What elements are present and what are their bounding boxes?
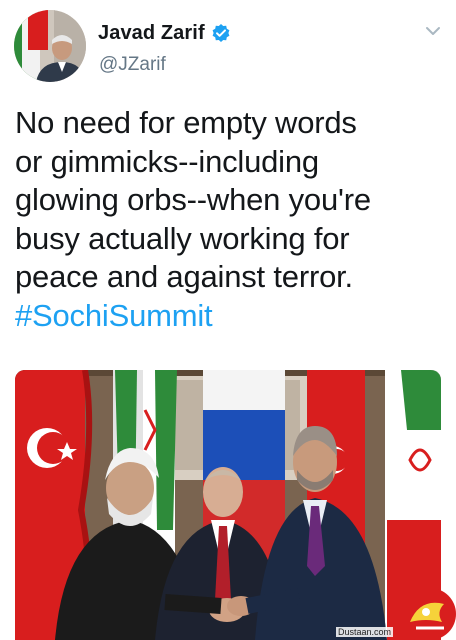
avatar-photo <box>14 10 86 82</box>
hashtag-link[interactable]: #SochiSummit <box>15 297 445 336</box>
tweet-body: No need for empty words or gimmicks--inc… <box>15 104 445 336</box>
tweet-photo[interactable] <box>15 370 441 640</box>
author-handle[interactable]: @JZarif <box>99 54 166 76</box>
tweet-card: Javad Zarif @JZarif No need for empty wo… <box>0 0 456 640</box>
author-avatar[interactable] <box>14 10 86 82</box>
chevron-down-icon[interactable] <box>424 24 442 38</box>
tweet-text-line: busy actually working for <box>15 220 350 256</box>
tweet-text-line: No need for empty words <box>15 105 357 140</box>
tweet-text-line: peace and against terror. <box>15 259 353 295</box>
tweet-text-line: glowing orbs--when you're <box>15 182 371 218</box>
author-display-name[interactable]: Javad Zarif <box>98 22 205 45</box>
site-logo-watermark-icon <box>396 582 456 640</box>
watermark-site-text: Dustaan.com <box>336 627 394 637</box>
tweet-text-line: or gimmicks--including <box>15 143 319 179</box>
verified-badge-icon <box>211 23 231 43</box>
author-name-row[interactable]: Javad Zarif <box>98 20 231 46</box>
